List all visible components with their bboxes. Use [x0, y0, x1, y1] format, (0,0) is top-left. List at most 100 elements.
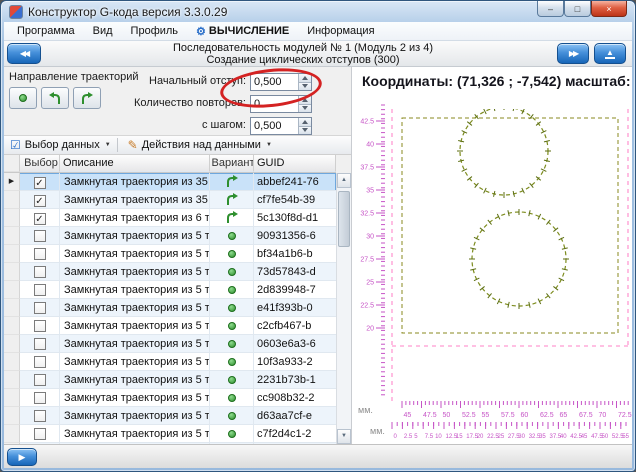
menu-item-3[interactable]: ⚙ ВЫЧИСЛЕНИЕ	[187, 23, 298, 40]
row-description: Замкнутая траектория из 5 точек.	[60, 227, 210, 245]
row-check-cell[interactable]	[20, 299, 60, 317]
scroll-down-icon[interactable]: ▼	[337, 429, 351, 444]
header-select[interactable]: Выбор	[20, 155, 60, 172]
row-checkbox[interactable]	[33, 302, 46, 314]
svg-text:25: 25	[498, 434, 505, 440]
row-checkbox[interactable]	[33, 356, 46, 368]
row-guid: cf7fe54b-39	[254, 191, 336, 209]
run-button[interactable]: ▶	[7, 448, 37, 466]
eject-button[interactable]: ▲	[594, 43, 626, 64]
row-check-cell[interactable]	[20, 353, 60, 371]
row-checkbox[interactable]	[33, 266, 46, 278]
row-check-cell[interactable]	[20, 425, 60, 443]
table-row[interactable]: Замкнутая траектория из 5 точек. 2231b73b…	[4, 371, 336, 389]
direction-cw-button[interactable]	[73, 87, 101, 109]
data-actions-button[interactable]: Действия над данными	[142, 139, 261, 151]
scrollbar-thumb[interactable]	[338, 191, 350, 247]
menu-item-2[interactable]: Профиль	[122, 23, 188, 39]
close-button[interactable]: ×	[591, 1, 627, 17]
row-check-cell[interactable]	[20, 281, 60, 299]
row-check-cell[interactable]	[20, 389, 60, 407]
row-guid: 2d839948-7	[254, 281, 336, 299]
spin-up-icon[interactable]	[299, 118, 311, 126]
menu-item-4[interactable]: Информация	[298, 23, 383, 39]
row-checkbox[interactable]: ✓	[33, 195, 46, 207]
row-description: Замкнутая траектория из 5 точек.	[60, 389, 210, 407]
row-guid: c7f2d4c1-2	[254, 425, 336, 443]
table-row[interactable]: Замкнутая траектория из 5 точек. 2d839948…	[4, 281, 336, 299]
point-variant-icon	[227, 339, 236, 348]
spin-down-icon[interactable]	[299, 125, 311, 134]
point-variant-icon	[227, 231, 236, 240]
menu-item-1[interactable]: Вид	[84, 23, 122, 39]
select-data-button[interactable]: Выбор данных	[25, 139, 100, 151]
repeat-count-input[interactable]	[251, 96, 298, 112]
row-check-cell[interactable]	[20, 371, 60, 389]
table-row[interactable]: Замкнутая траектория из 5 точек. 10f3a933…	[4, 353, 336, 371]
table-row[interactable]: Замкнутая траектория из 5 точек. 90931356…	[4, 227, 336, 245]
prev-module-button[interactable]: ◀◀	[7, 43, 41, 64]
row-checkbox[interactable]	[33, 320, 46, 332]
direction-point-button[interactable]	[9, 87, 37, 109]
row-checkbox[interactable]: ✓	[33, 213, 46, 225]
svg-text:50: 50	[443, 412, 451, 419]
table-row[interactable]: Замкнутая траектория из 5 точек. cc908b32…	[4, 389, 336, 407]
toolpath-canvas[interactable]	[388, 104, 630, 401]
svg-text:20: 20	[366, 326, 374, 333]
row-checkbox[interactable]	[33, 230, 46, 242]
direction-ccw-button[interactable]	[41, 87, 69, 109]
row-checkbox[interactable]	[33, 428, 46, 440]
row-check-cell[interactable]: ✓	[20, 191, 60, 209]
row-description: Замкнутая траектория из 5 точек.	[60, 299, 210, 317]
initial-offset-input[interactable]	[251, 74, 298, 90]
table-scrollbar[interactable]: ▲ ▼	[336, 173, 351, 444]
table-header: Выбор Описание Вариант GUID	[4, 155, 336, 173]
row-check-cell[interactable]	[20, 317, 60, 335]
row-check-cell[interactable]	[20, 263, 60, 281]
minimize-button[interactable]: –	[537, 1, 564, 17]
row-check-cell[interactable]	[20, 245, 60, 263]
table-row[interactable]: Замкнутая траектория из 5 точек. 0603e6a3…	[4, 335, 336, 353]
row-checkbox[interactable]	[33, 248, 46, 260]
row-checkbox[interactable]	[33, 410, 46, 422]
svg-text:52.5: 52.5	[462, 412, 476, 419]
table-row[interactable]: Замкнутая траектория из 5 точек. 73d57843…	[4, 263, 336, 281]
point-variant-icon	[227, 393, 236, 402]
row-checkbox[interactable]	[33, 392, 46, 404]
table-row[interactable]: Замкнутая траектория из 5 точек. c7f2d4c1…	[4, 425, 336, 443]
chevron-down-icon[interactable]: ▼	[266, 142, 272, 148]
row-check-cell[interactable]	[20, 227, 60, 245]
table-row[interactable]: Замкнутая траектория из 5 точек. bf34a1b6…	[4, 245, 336, 263]
repeat-count-label: Количество повторов:	[134, 97, 246, 109]
header-description[interactable]: Описание	[60, 155, 210, 172]
row-checkbox[interactable]	[33, 374, 46, 386]
table-row[interactable]: ✓ Замкнутая траектория из 35 точек. cf7fe5…	[4, 191, 336, 209]
row-selector	[4, 245, 20, 263]
table-row[interactable]: Замкнутая траектория из 5 точек. e41f393b…	[4, 299, 336, 317]
row-guid: 90931356-6	[254, 227, 336, 245]
table-row[interactable]: ▶ ✓ Замкнутая траектория из 35 точек. abbef…	[4, 173, 336, 191]
spin-up-icon[interactable]	[299, 96, 311, 104]
row-check-cell[interactable]: ✓	[20, 209, 60, 227]
row-check-cell[interactable]	[20, 335, 60, 353]
row-checkbox[interactable]	[33, 338, 46, 350]
next-module-button[interactable]: ▶▶	[557, 43, 589, 64]
scroll-up-icon[interactable]: ▲	[337, 173, 351, 188]
row-checkbox[interactable]	[33, 284, 46, 296]
spin-down-icon[interactable]	[299, 103, 311, 112]
spin-up-icon[interactable]	[299, 74, 311, 82]
table-row[interactable]: Замкнутая траектория из 5 точек. d63aa7cf…	[4, 407, 336, 425]
row-checkbox[interactable]: ✓	[33, 177, 46, 189]
header-variant[interactable]: Вариант	[210, 155, 254, 172]
table-row[interactable]: Замкнутая траектория из 5 точек. c2cfb467…	[4, 317, 336, 335]
row-check-cell[interactable]: ✓	[20, 173, 60, 191]
step-input[interactable]	[251, 118, 298, 134]
table-row[interactable]: ✓ Замкнутая траектория из 6 точек. 5c130f8…	[4, 209, 336, 227]
maximize-button[interactable]: □	[564, 1, 591, 17]
row-check-cell[interactable]	[20, 407, 60, 425]
header-guid[interactable]: GUID	[254, 155, 336, 172]
menu-item-0[interactable]: Программа	[8, 23, 84, 39]
chevron-down-icon[interactable]: ▼	[105, 142, 111, 148]
row-variant	[210, 173, 254, 191]
spin-down-icon[interactable]	[299, 81, 311, 90]
